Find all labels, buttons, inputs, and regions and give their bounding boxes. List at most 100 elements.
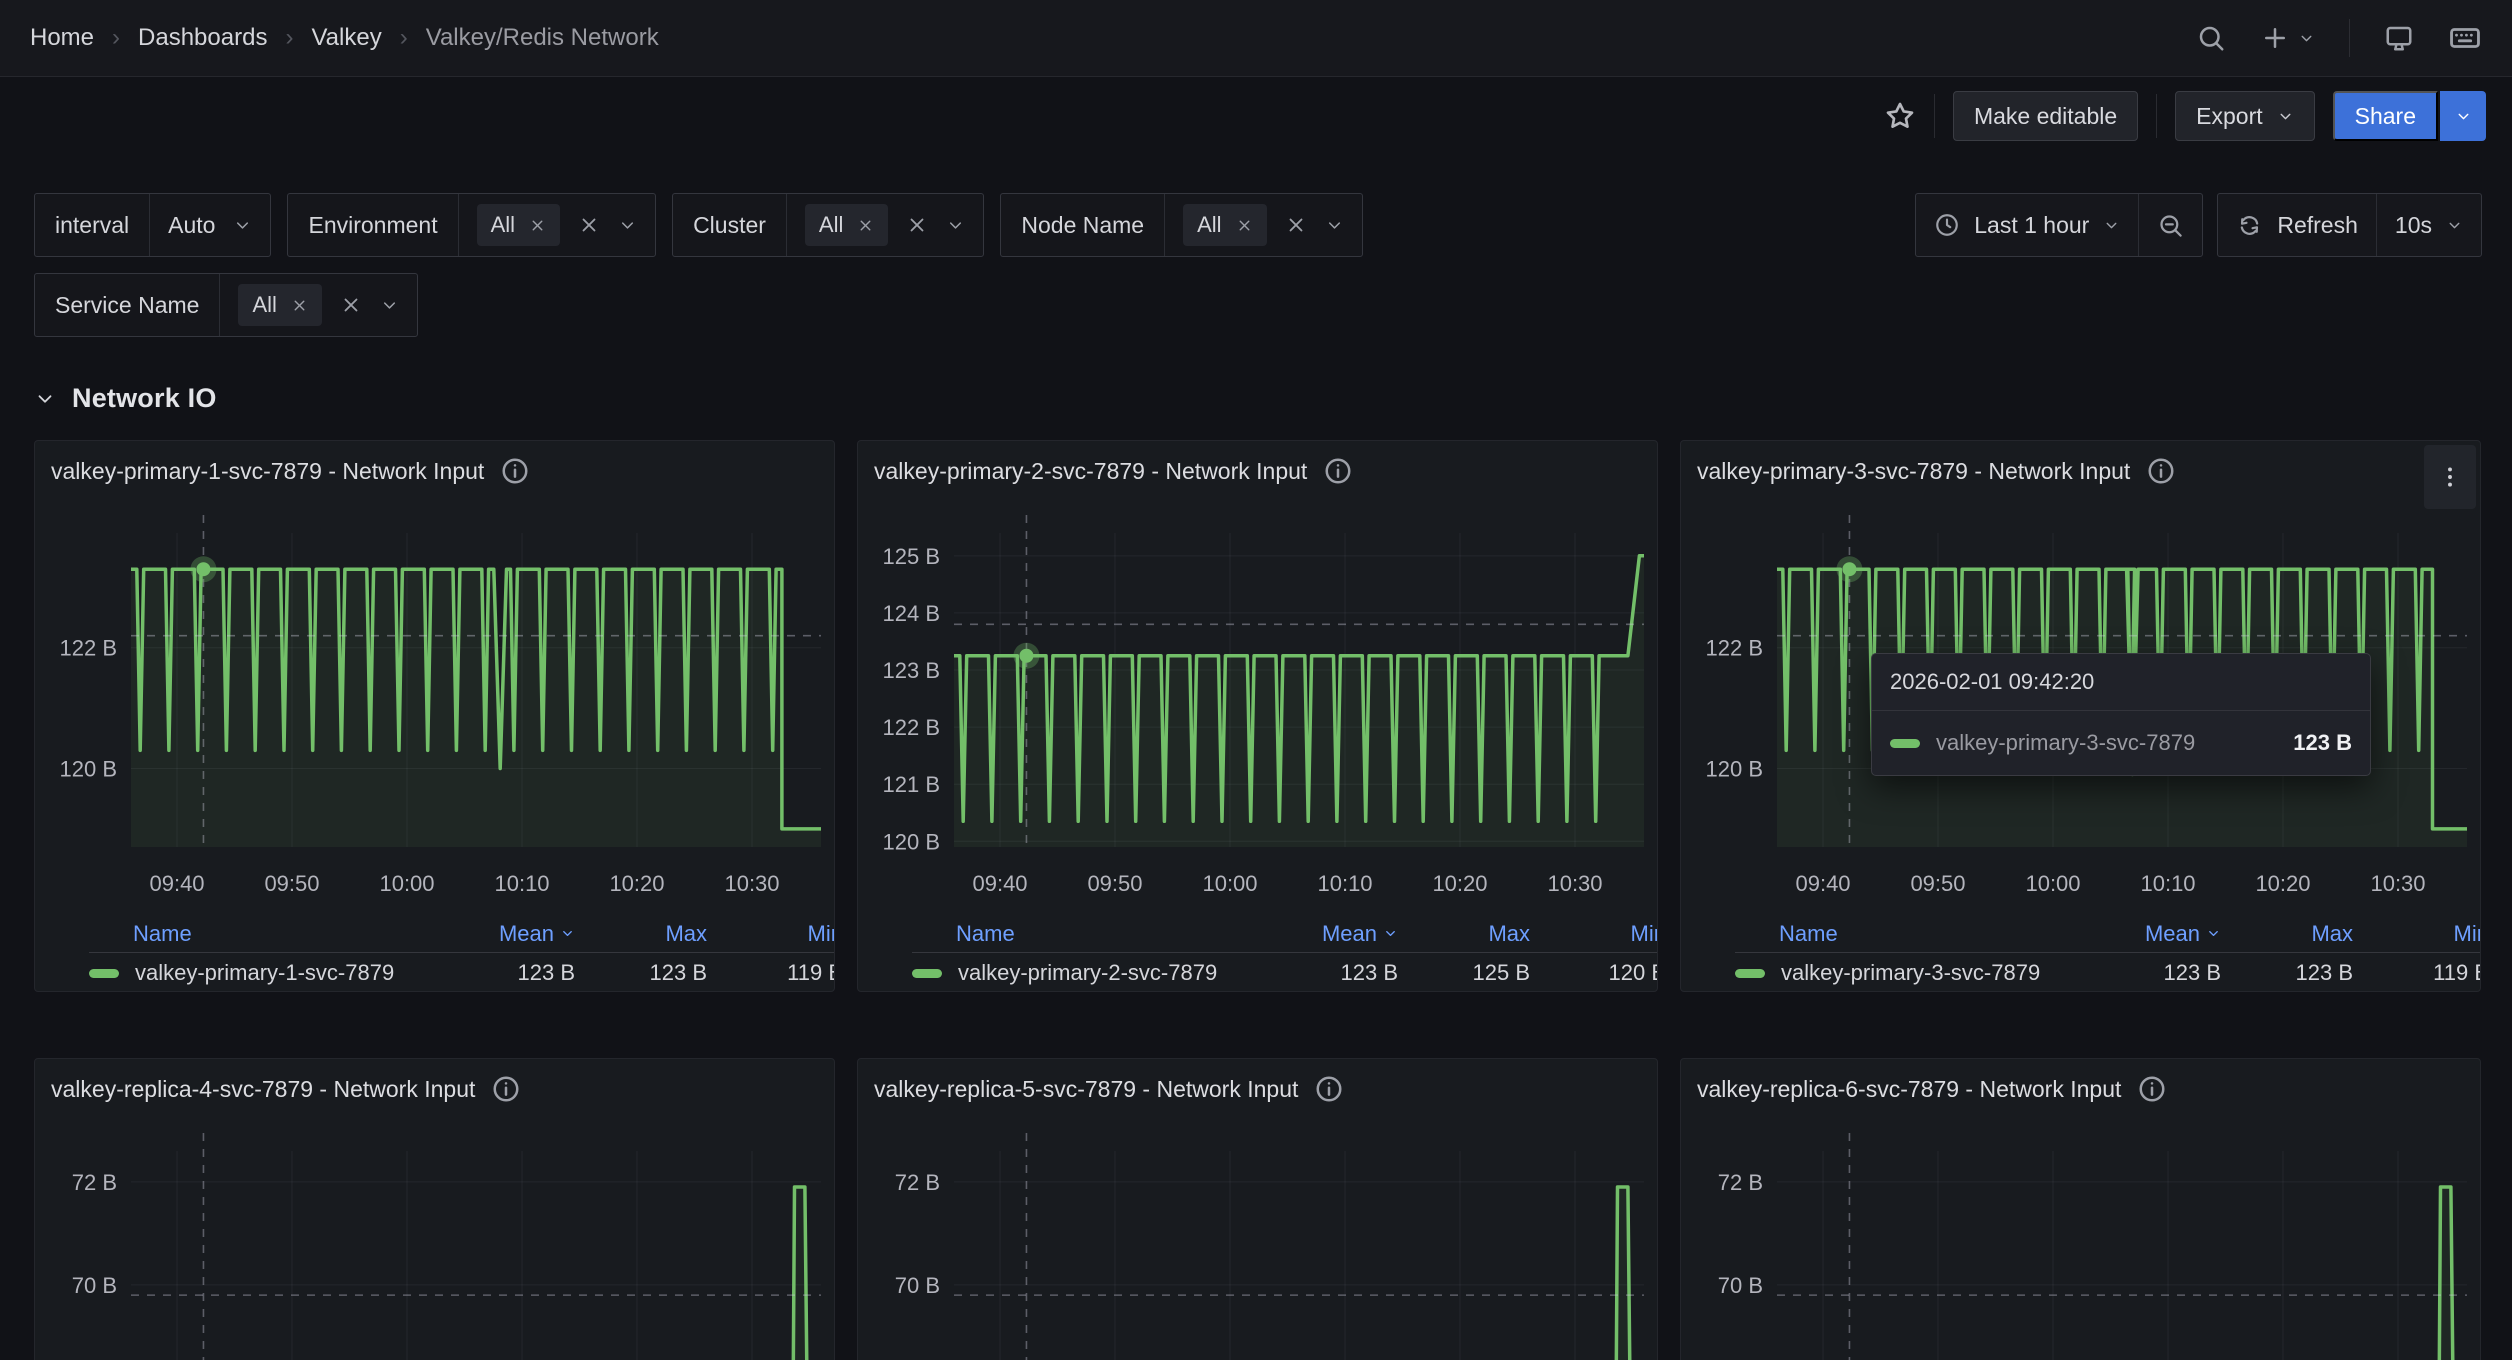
legend-sort-min[interactable]: Min — [2353, 921, 2481, 947]
collapse-chevron-icon — [34, 388, 56, 410]
row-network-io[interactable]: Network IO — [34, 383, 2512, 414]
zoom-out-button[interactable] — [2139, 194, 2202, 256]
breadcrumb-valkey[interactable]: Valkey — [311, 24, 381, 52]
plus-icon — [2260, 23, 2290, 53]
interval-select[interactable]: Auto — [150, 194, 270, 256]
svg-text:122 B: 122 B — [1706, 636, 1764, 661]
svg-text:10:30: 10:30 — [1547, 871, 1602, 896]
clear-all-icon[interactable] — [578, 214, 600, 236]
info-icon[interactable] — [2137, 1074, 2167, 1104]
legend-series-toggle[interactable]: valkey-primary-3-svc-7879 — [1735, 960, 2109, 986]
keyboard-icon[interactable] — [2448, 21, 2482, 55]
refresh-button[interactable]: Refresh — [2218, 194, 2376, 256]
svg-text:70 B: 70 B — [1718, 1273, 1763, 1298]
time-series-plot[interactable]: 72 B70 B68 B09:4009:5010:0010:1010:2010:… — [35, 1113, 835, 1360]
svg-text:09:40: 09:40 — [1795, 871, 1850, 896]
panel-header[interactable]: valkey-replica-4-svc-7879 - Network Inpu… — [35, 1059, 834, 1107]
legend-series-row: valkey-primary-3-svc-7879 123 B 123 B 11… — [1735, 953, 2481, 992]
legend-sort-name[interactable]: Name — [89, 921, 463, 947]
legend-series-toggle[interactable]: valkey-primary-2-svc-7879 — [912, 960, 1286, 986]
service-name-chip[interactable]: All — [238, 284, 321, 326]
series-name: valkey-primary-1-svc-7879 — [135, 960, 394, 986]
section-title: Network IO — [72, 383, 217, 414]
top-navigation-bar: Home › Dashboards › Valkey › Valkey/Redi… — [0, 0, 2512, 77]
share-menu-button[interactable] — [2440, 91, 2486, 141]
chip-value: All — [819, 212, 843, 238]
legend-series-toggle[interactable]: valkey-primary-1-svc-7879 — [89, 960, 463, 986]
chevron-down-icon — [2298, 30, 2315, 47]
legend-sort-max[interactable]: Max — [1398, 921, 1530, 947]
refresh-interval-select[interactable]: 10s — [2377, 194, 2481, 256]
legend-sort-mean[interactable]: Mean — [1286, 921, 1398, 947]
svg-text:10:00: 10:00 — [379, 871, 434, 896]
panel-header[interactable]: valkey-primary-2-svc-7879 - Network Inpu… — [858, 441, 1657, 489]
monitor-icon[interactable] — [2384, 23, 2414, 53]
series-max-value: 125 B — [1398, 960, 1530, 986]
svg-text:10:20: 10:20 — [1432, 871, 1487, 896]
time-range-picker[interactable]: Last 1 hour — [1916, 194, 2138, 256]
remove-chip-icon — [1236, 217, 1253, 234]
make-editable-button[interactable]: Make editable — [1953, 91, 2138, 141]
info-icon[interactable] — [491, 1074, 521, 1104]
time-series-plot[interactable]: 72 B70 B68 B09:4009:5010:0010:1010:2010:… — [858, 1113, 1658, 1360]
chevron-down-icon[interactable] — [946, 216, 965, 235]
chevron-down-icon — [2446, 217, 2463, 234]
clear-all-icon[interactable] — [340, 294, 362, 316]
chevron-down-icon[interactable] — [380, 296, 399, 315]
share-label: Share — [2355, 103, 2416, 130]
panel-legend: Name Mean Max Min valkey-primary-2-svc-7… — [858, 915, 1658, 992]
svg-text:122 B: 122 B — [883, 715, 941, 740]
breadcrumb-home[interactable]: Home — [30, 24, 94, 52]
panel-menu-button[interactable] — [2424, 445, 2476, 509]
clear-all-icon[interactable] — [906, 214, 928, 236]
clear-all-icon[interactable] — [1285, 214, 1307, 236]
environment-chip[interactable]: All — [477, 204, 560, 246]
tooltip-series-value: 123 B — [2293, 730, 2352, 756]
share-button[interactable]: Share — [2333, 91, 2438, 141]
breadcrumb-dashboards[interactable]: Dashboards — [138, 24, 267, 52]
info-icon[interactable] — [1314, 1074, 1344, 1104]
panel-legend: Name Mean Max Min valkey-primary-1-svc-7… — [35, 915, 835, 992]
legend-sort-name[interactable]: Name — [912, 921, 1286, 947]
panel-header[interactable]: valkey-primary-3-svc-7879 - Network Inpu… — [1681, 441, 2480, 489]
sort-chevron-icon — [2206, 926, 2221, 941]
legend-sort-max[interactable]: Max — [2221, 921, 2353, 947]
series-max-value: 123 B — [2221, 960, 2353, 986]
add-new-button[interactable] — [2260, 23, 2315, 53]
tooltip-series-swatch — [1890, 739, 1920, 748]
cluster-chip[interactable]: All — [805, 204, 888, 246]
legend-sort-min[interactable]: Min — [707, 921, 835, 947]
service-name-label: Service Name — [35, 274, 220, 336]
time-series-plot[interactable]: 72 B70 B68 B09:4009:5010:0010:1010:2010:… — [1681, 1113, 2481, 1360]
interval-variable: interval Auto — [34, 193, 271, 257]
legend-sort-name[interactable]: Name — [1735, 921, 2109, 947]
node-name-chip[interactable]: All — [1183, 204, 1266, 246]
legend-sort-mean[interactable]: Mean — [2109, 921, 2221, 947]
time-series-plot[interactable]: 122 B120 B09:4009:5010:0010:1010:2010:30 — [35, 495, 835, 915]
chevron-down-icon[interactable] — [1325, 216, 1344, 235]
make-editable-label: Make editable — [1974, 103, 2117, 130]
series-name: valkey-primary-3-svc-7879 — [1781, 960, 2040, 986]
svg-text:120 B: 120 B — [883, 829, 941, 854]
info-icon[interactable] — [500, 456, 530, 486]
panel-header[interactable]: valkey-primary-1-svc-7879 - Network Inpu… — [35, 441, 834, 489]
star-icon[interactable] — [1884, 100, 1916, 132]
legend-sort-min[interactable]: Min — [1530, 921, 1658, 947]
time-series-plot[interactable]: 125 B124 B123 B122 B121 B120 B09:4009:50… — [858, 495, 1658, 915]
panel-header[interactable]: valkey-replica-5-svc-7879 - Network Inpu… — [858, 1059, 1657, 1107]
info-icon[interactable] — [1323, 456, 1353, 486]
search-icon[interactable] — [2196, 23, 2226, 53]
svg-text:121 B: 121 B — [883, 772, 941, 797]
export-button[interactable]: Export — [2175, 91, 2314, 141]
export-label: Export — [2196, 103, 2262, 130]
series-max-value: 123 B — [575, 960, 707, 986]
svg-text:122 B: 122 B — [60, 636, 118, 661]
legend-sort-mean[interactable]: Mean — [463, 921, 575, 947]
panel-title: valkey-replica-6-svc-7879 - Network Inpu… — [1697, 1076, 2121, 1103]
info-icon[interactable] — [2146, 456, 2176, 486]
chart-panel: valkey-primary-1-svc-7879 - Network Inpu… — [34, 440, 835, 992]
chevron-down-icon — [2455, 108, 2472, 125]
legend-sort-max[interactable]: Max — [575, 921, 707, 947]
panel-header[interactable]: valkey-replica-6-svc-7879 - Network Inpu… — [1681, 1059, 2480, 1107]
chevron-down-icon[interactable] — [618, 216, 637, 235]
